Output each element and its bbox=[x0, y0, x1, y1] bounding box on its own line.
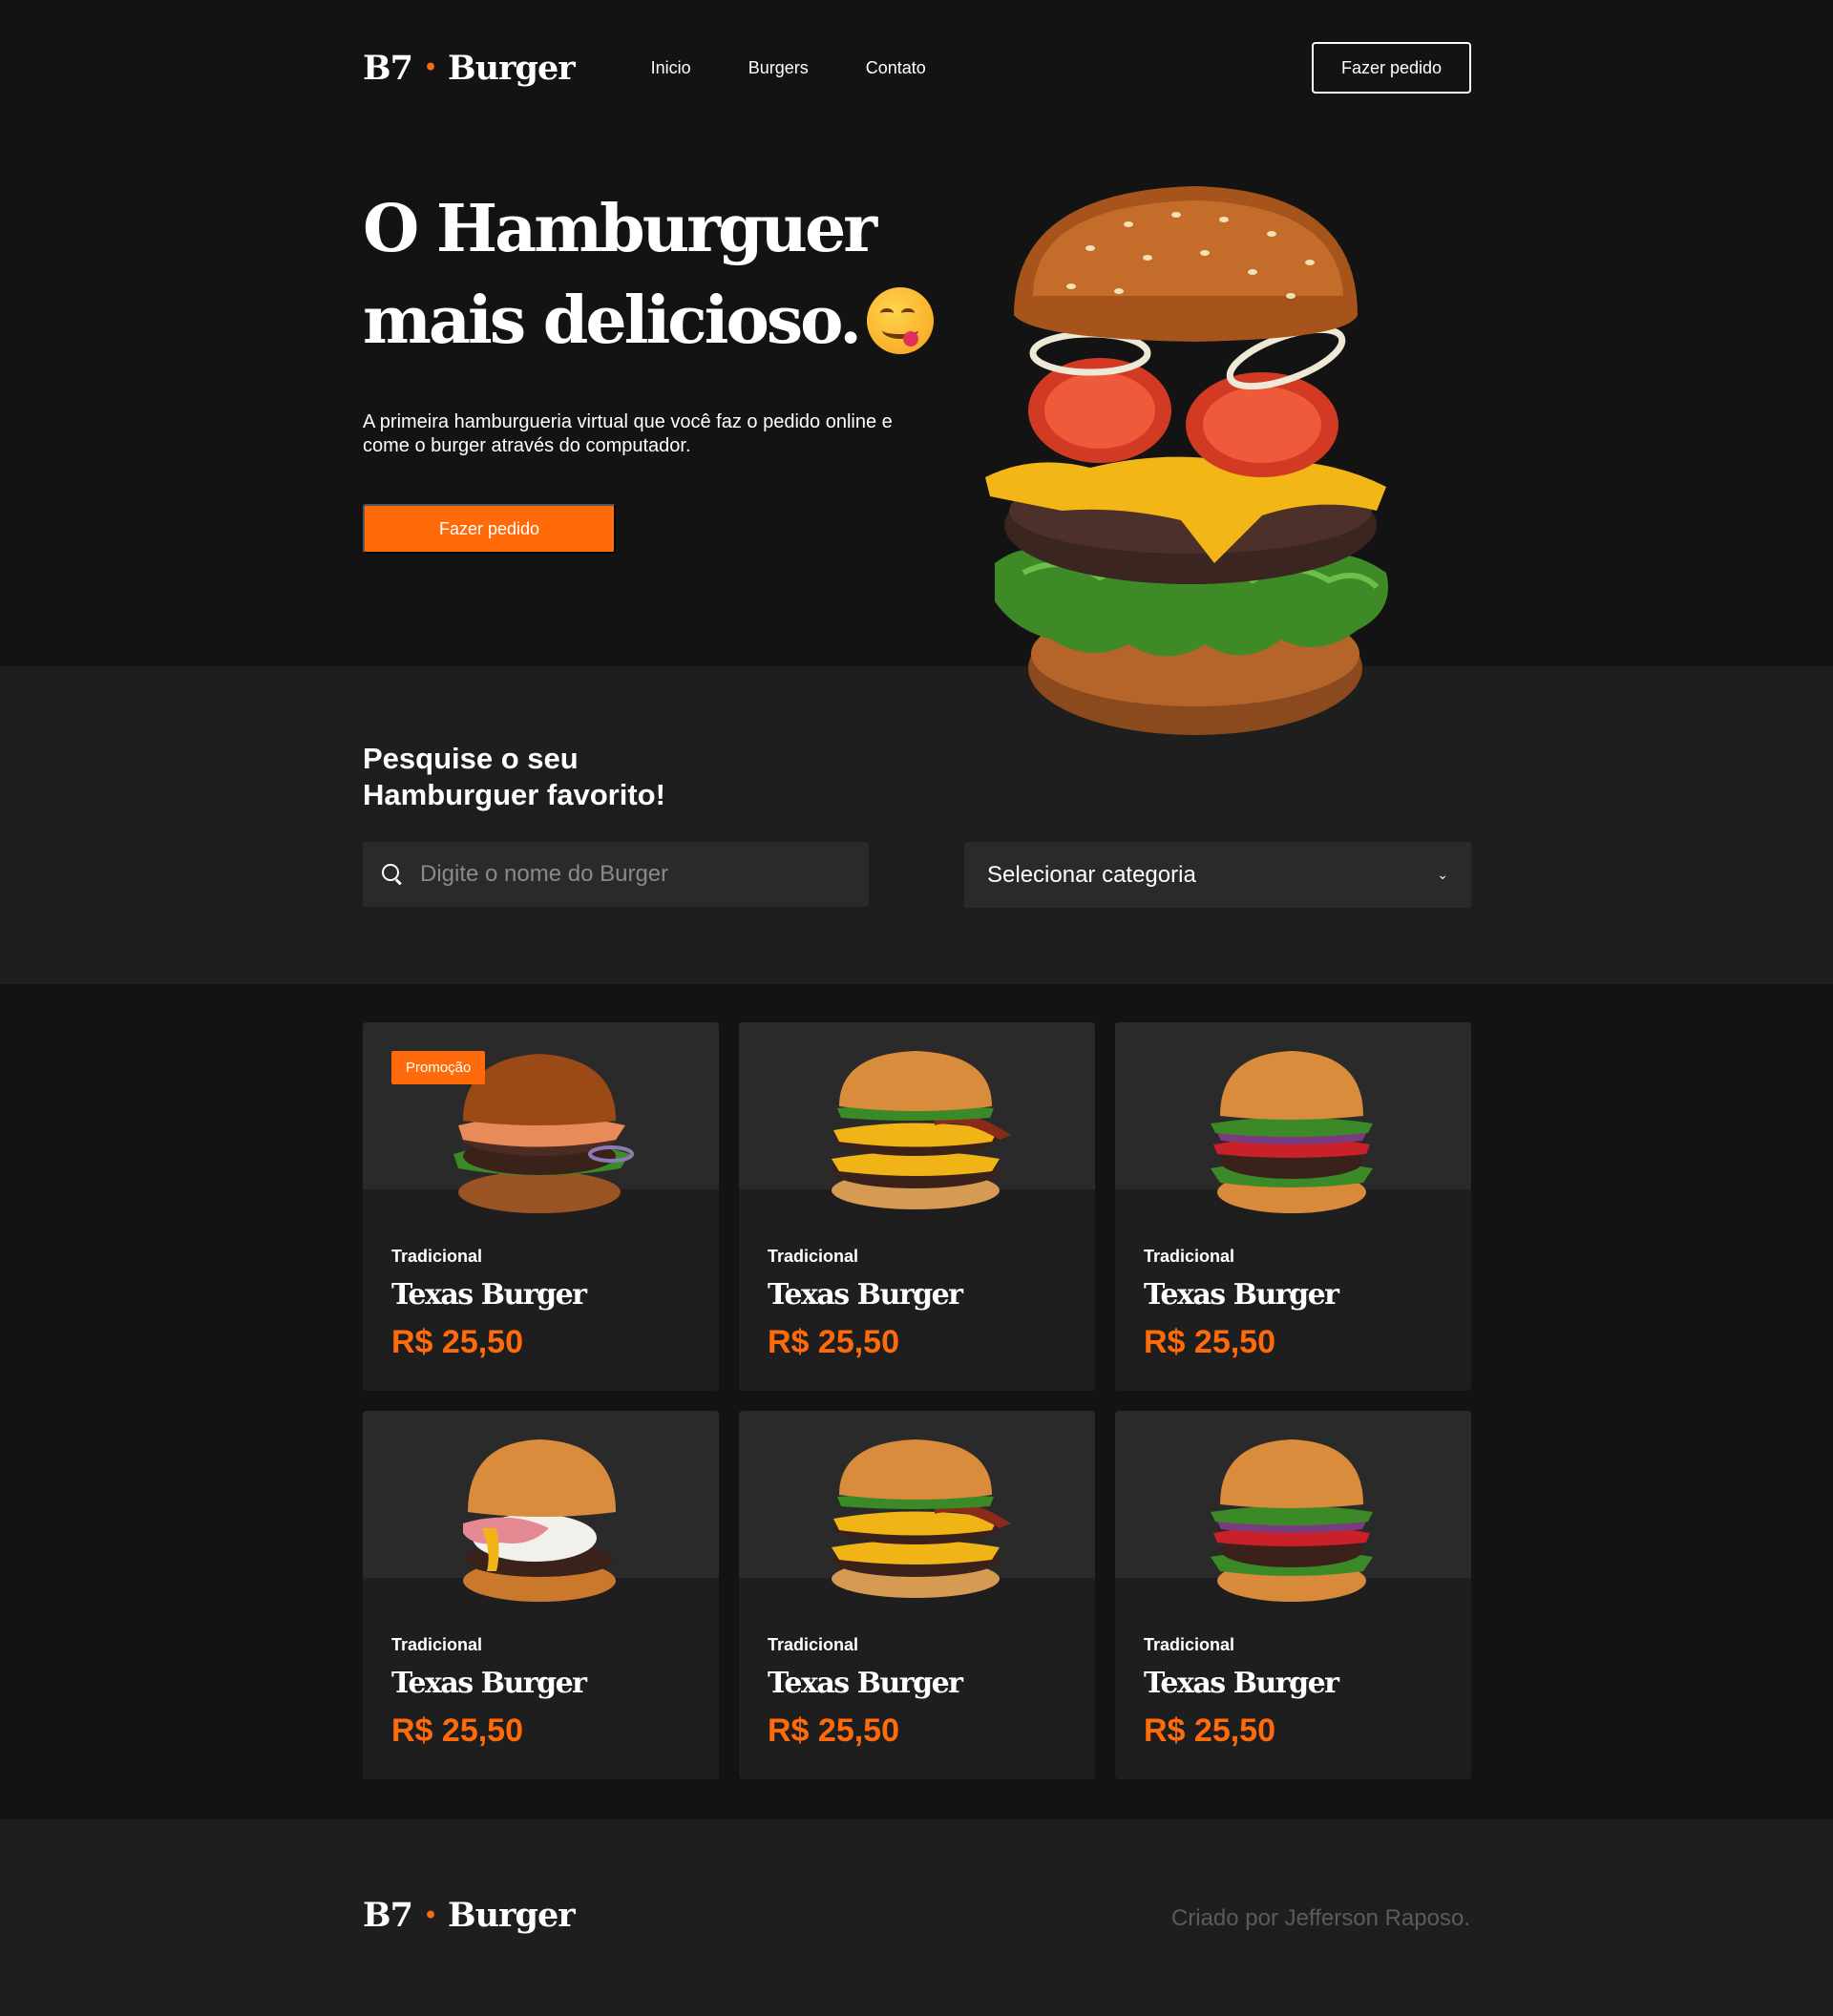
main-nav: Inicio Burgers Contato bbox=[651, 58, 926, 78]
product-grid: Promoção Tradicional Texas Burger R$ 25,… bbox=[363, 1022, 1471, 1779]
product-category: Tradicional bbox=[768, 1635, 859, 1654]
footer-credit: Criado por Jefferson Raposo. bbox=[1170, 1905, 1470, 1931]
hero-title-line1: O Hamburguer bbox=[363, 191, 877, 267]
product-name: Texas Burger bbox=[391, 1667, 587, 1700]
search-field[interactable] bbox=[363, 842, 869, 907]
product-price: R$ 25,50 bbox=[391, 1712, 523, 1749]
brand-logo-dot: • bbox=[423, 55, 437, 80]
product-category: Tradicional bbox=[1144, 1247, 1235, 1266]
footer-logo-dot: • bbox=[423, 1902, 437, 1928]
hero-title-line2: mais delicioso. bbox=[363, 283, 862, 359]
footer: B7 • Burger Criado por Jefferson Raposo. bbox=[0, 1819, 1833, 2016]
product-price: R$ 25,50 bbox=[768, 1324, 899, 1360]
products-section: Promoção Tradicional Texas Burger R$ 25,… bbox=[0, 984, 1833, 1819]
burger-image bbox=[463, 1439, 616, 1602]
product-card[interactable]: Tradicional Texas Burger R$ 25,50 bbox=[1115, 1022, 1471, 1391]
nav-link-contato[interactable]: Contato bbox=[866, 58, 926, 78]
product-category: Tradicional bbox=[768, 1247, 859, 1266]
burger-image bbox=[1211, 1439, 1373, 1602]
product-price: R$ 25,50 bbox=[391, 1324, 523, 1360]
burger-image bbox=[832, 1439, 1011, 1598]
nav-link-inicio[interactable]: Inicio bbox=[651, 58, 691, 78]
product-price: R$ 25,50 bbox=[1144, 1712, 1275, 1749]
hero-title: O Hamburguer mais delicioso. bbox=[363, 183, 955, 367]
hero-subtitle: A primeira hamburgueria virtual que você… bbox=[363, 411, 893, 456]
product-category: Tradicional bbox=[391, 1247, 483, 1266]
nav-link-burgers[interactable]: Burgers bbox=[748, 58, 809, 78]
hero-burger-image bbox=[985, 186, 1388, 735]
top-navbar: B7 • Burger Inicio Burgers Contato Fazer… bbox=[363, 42, 1471, 94]
search-title-line2: Hamburguer favorito! bbox=[363, 778, 665, 811]
product-name: Texas Burger bbox=[391, 1278, 587, 1312]
product-name: Texas Burger bbox=[1144, 1278, 1339, 1312]
burger-image bbox=[832, 1051, 1011, 1209]
footer-logo-left: B7 bbox=[363, 1896, 413, 1935]
promo-badge: Promoção bbox=[391, 1051, 486, 1084]
product-category: Tradicional bbox=[391, 1635, 483, 1654]
product-card[interactable]: Tradicional Texas Burger R$ 25,50 bbox=[363, 1411, 719, 1779]
product-card[interactable]: Tradicional Texas Burger R$ 25,50 bbox=[1115, 1411, 1471, 1779]
search-icon bbox=[382, 864, 403, 885]
search-input[interactable] bbox=[420, 861, 821, 888]
footer-logo-right: Burger bbox=[448, 1896, 576, 1935]
product-card[interactable]: Tradicional Texas Burger R$ 25,50 bbox=[739, 1022, 1095, 1391]
brand-logo[interactable]: B7 • Burger bbox=[363, 48, 576, 88]
search-section: Pesquise o seu Hamburguer favorito! Sele… bbox=[0, 666, 1833, 984]
product-name: Texas Burger bbox=[1144, 1667, 1339, 1700]
search-title-line1: Pesquise o seu bbox=[363, 742, 579, 775]
burger-image bbox=[1211, 1051, 1373, 1213]
product-category: Tradicional bbox=[1144, 1635, 1235, 1654]
footer-logo[interactable]: B7 • Burger bbox=[363, 1896, 576, 1935]
brand-logo-right: Burger bbox=[448, 48, 576, 88]
product-price: R$ 25,50 bbox=[768, 1712, 899, 1749]
search-title: Pesquise o seu Hamburguer favorito! bbox=[363, 741, 665, 813]
product-name: Texas Burger bbox=[768, 1667, 963, 1700]
product-card[interactable]: Promoção Tradicional Texas Burger R$ 25,… bbox=[363, 1022, 719, 1391]
category-select-label: Selecionar categoria bbox=[987, 861, 1196, 888]
product-name: Texas Burger bbox=[768, 1278, 963, 1312]
yum-face-emoji-icon bbox=[866, 286, 934, 354]
category-select[interactable]: Selecionar categoria ⌄ bbox=[964, 842, 1471, 908]
header-order-button[interactable]: Fazer pedido bbox=[1312, 42, 1471, 94]
chevron-down-icon: ⌄ bbox=[1437, 867, 1448, 882]
product-price: R$ 25,50 bbox=[1144, 1324, 1275, 1360]
hero-order-button[interactable]: Fazer pedido bbox=[363, 504, 616, 554]
product-card[interactable]: Tradicional Texas Burger R$ 25,50 bbox=[739, 1411, 1095, 1779]
brand-logo-left: B7 bbox=[363, 48, 413, 88]
